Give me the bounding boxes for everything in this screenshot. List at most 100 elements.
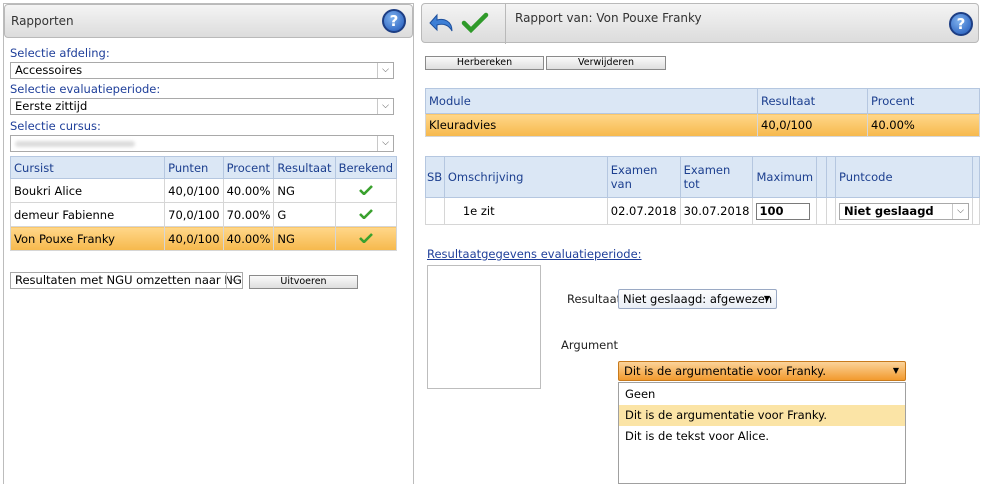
chevron-down-icon[interactable]: ⌵	[377, 99, 393, 114]
ngu-select[interactable]: Resultaten met NGU omzetten naar NG ⌵	[10, 272, 243, 289]
right-panel-header: Rapport van: Von Pouxe Franky ?	[421, 3, 979, 44]
dropdown-option[interactable]: Dit is de tekst voor Alice.	[619, 426, 905, 447]
cursus-value-blurred	[15, 141, 135, 147]
checkmark-icon	[358, 232, 373, 243]
undo-icon[interactable]	[428, 11, 456, 35]
cell-procent: 40.00%	[867, 113, 980, 137]
col-berekend[interactable]: Berekend	[334, 156, 398, 179]
col-empty-2	[825, 156, 837, 198]
table-row[interactable]: Boukri Alice 40,0/100 40.00% NG	[9, 178, 398, 203]
chevron-down-icon[interactable]: ⌵	[226, 273, 242, 288]
col-examen-tot[interactable]: Examen tot	[679, 156, 754, 198]
afdeling-value: Accessoires	[15, 63, 83, 77]
help-icon[interactable]: ?	[949, 12, 973, 36]
cell-maximum: 100	[752, 197, 818, 225]
table-row[interactable]: 1e zit 02.07.2018 30.07.2018 100 Niet ge…	[425, 197, 980, 225]
argument-select[interactable]: Dit is de argumentatie voor Franky. ▼	[618, 361, 906, 381]
cell-cursist: Boukri Alice	[9, 178, 166, 203]
periode-label: Selectie evaluatieperiode:	[10, 82, 161, 96]
afdeling-label: Selectie afdeling:	[10, 46, 110, 60]
table-row[interactable]: demeur Fabienne 70,0/100 70.00% G	[9, 202, 398, 227]
result-link[interactable]: Resultaatgegevens evaluatieperiode:	[427, 247, 642, 261]
col-empty-1	[816, 156, 827, 198]
resultaat-select[interactable]: Niet geslaagd: afgewezen ▼	[618, 289, 777, 309]
afdeling-select[interactable]: Accessoires ⌵	[10, 62, 394, 79]
col-sb[interactable]: SB	[425, 156, 445, 198]
col-omschrijving[interactable]: Omschrijving	[443, 156, 608, 198]
left-panel-header: Rapporten ?	[4, 4, 413, 38]
report-title: Rapport van: Von Pouxe Franky	[515, 11, 702, 25]
cell-puntcode: Niet geslaagd ⌵	[834, 197, 974, 225]
dropdown-arrow-icon: ▼	[763, 294, 770, 303]
periode-value: Eerste zittijd	[15, 99, 88, 113]
panel-title: Rapporten	[11, 14, 74, 28]
col-punten[interactable]: Punten	[164, 156, 224, 179]
chevron-down-icon[interactable]: ⌵	[377, 63, 393, 78]
right-panel: Rapport van: Von Pouxe Franky ? Herberek…	[421, 3, 981, 484]
cell-berekend	[334, 178, 398, 203]
cell-resultaat: NG	[273, 178, 336, 203]
puntcode-value: Niet geslaagd	[843, 203, 934, 218]
cell-procent: 70.00%	[222, 202, 275, 227]
puntcode-select[interactable]: Niet geslaagd ⌵	[838, 202, 969, 220]
maximum-input[interactable]: 100	[756, 202, 811, 220]
cell-empty-2	[825, 197, 837, 225]
cursist-table: Cursist Punten Procent Resultaat Bereken…	[9, 156, 398, 251]
cell-berekend	[334, 202, 398, 227]
resultaat-value: Niet geslaagd: afgewezen	[623, 292, 773, 306]
col-resultaat[interactable]: Resultaat	[273, 156, 336, 179]
cell-resultaat: 40,0/100	[757, 113, 868, 137]
dropdown-arrow-icon: ▼	[892, 366, 899, 375]
col-module[interactable]: Module	[425, 88, 758, 114]
uitvoeren-button[interactable]: Uitvoeren	[249, 275, 358, 289]
cell-module: Kleuradvies	[425, 113, 758, 137]
periode-select[interactable]: Eerste zittijd ⌵	[10, 98, 394, 115]
cell-punten: 40,0/100	[164, 178, 224, 203]
cursus-select[interactable]: ⌵	[10, 135, 394, 152]
cell-punten: 70,0/100	[164, 202, 224, 227]
result-image-box	[427, 265, 541, 389]
checkmark-icon	[358, 208, 373, 219]
cell-van: 02.07.2018	[606, 197, 681, 225]
col-cursist[interactable]: Cursist	[9, 156, 166, 179]
verwijderen-button[interactable]: Verwijderen	[546, 56, 666, 70]
exam-table: SB Omschrijving Examen van Examen tot Ma…	[425, 156, 980, 225]
cell-cursist: demeur Fabienne	[9, 202, 166, 227]
dropdown-option-selected[interactable]: Dit is de argumentatie voor Franky.	[619, 405, 905, 426]
cell-omschrijving: 1e zit	[443, 197, 608, 225]
argument-label: Argument	[561, 338, 619, 352]
col-examen-van[interactable]: Examen van	[606, 156, 681, 198]
col-resultaat[interactable]: Resultaat	[757, 88, 868, 114]
resultaat-label: Resultaat	[567, 292, 622, 306]
toolbar-icons	[422, 4, 506, 44]
col-procent[interactable]: Procent	[867, 88, 980, 114]
cell-empty-1	[816, 197, 827, 225]
herbereken-button[interactable]: Herbereken	[425, 56, 544, 70]
argument-value: Dit is de argumentatie voor Franky.	[624, 364, 826, 378]
module-table: Module Resultaat Procent Kleuradvies 40,…	[425, 88, 980, 137]
table-row-selected[interactable]: Kleuradvies 40,0/100 40.00%	[425, 113, 980, 137]
chevron-down-icon[interactable]: ⌵	[377, 136, 393, 151]
cell-resultaat: G	[273, 202, 336, 227]
argument-dropdown-list: Geen Dit is de argumentatie voor Franky.…	[618, 382, 906, 484]
col-maximum[interactable]: Maximum	[752, 156, 818, 198]
cell-filler	[972, 197, 980, 225]
ngu-select-value: Resultaten met NGU omzetten naar NG	[15, 273, 242, 287]
checkmark-icon	[358, 184, 373, 195]
col-filler	[972, 156, 980, 198]
cell-resultaat: NG	[273, 226, 336, 251]
help-icon[interactable]: ?	[382, 9, 406, 33]
col-puntcode[interactable]: Puntcode	[834, 156, 974, 198]
cell-procent: 40.00%	[222, 226, 275, 251]
table-row-selected[interactable]: Von Pouxe Franky 40,0/100 40.00% NG	[9, 226, 398, 251]
save-check-icon[interactable]	[460, 11, 490, 35]
left-panel: Rapporten ? Selectie afdeling: Accessoir…	[3, 3, 414, 484]
chevron-down-icon[interactable]: ⌵	[951, 203, 968, 219]
cell-punten: 40,0/100	[164, 226, 224, 251]
cell-berekend	[334, 226, 398, 251]
cell-tot: 30.07.2018	[679, 197, 754, 225]
col-procent[interactable]: Procent	[222, 156, 275, 179]
cell-sb	[425, 197, 445, 225]
dropdown-option[interactable]: Geen	[619, 384, 905, 405]
cursus-label: Selectie cursus:	[10, 119, 101, 133]
